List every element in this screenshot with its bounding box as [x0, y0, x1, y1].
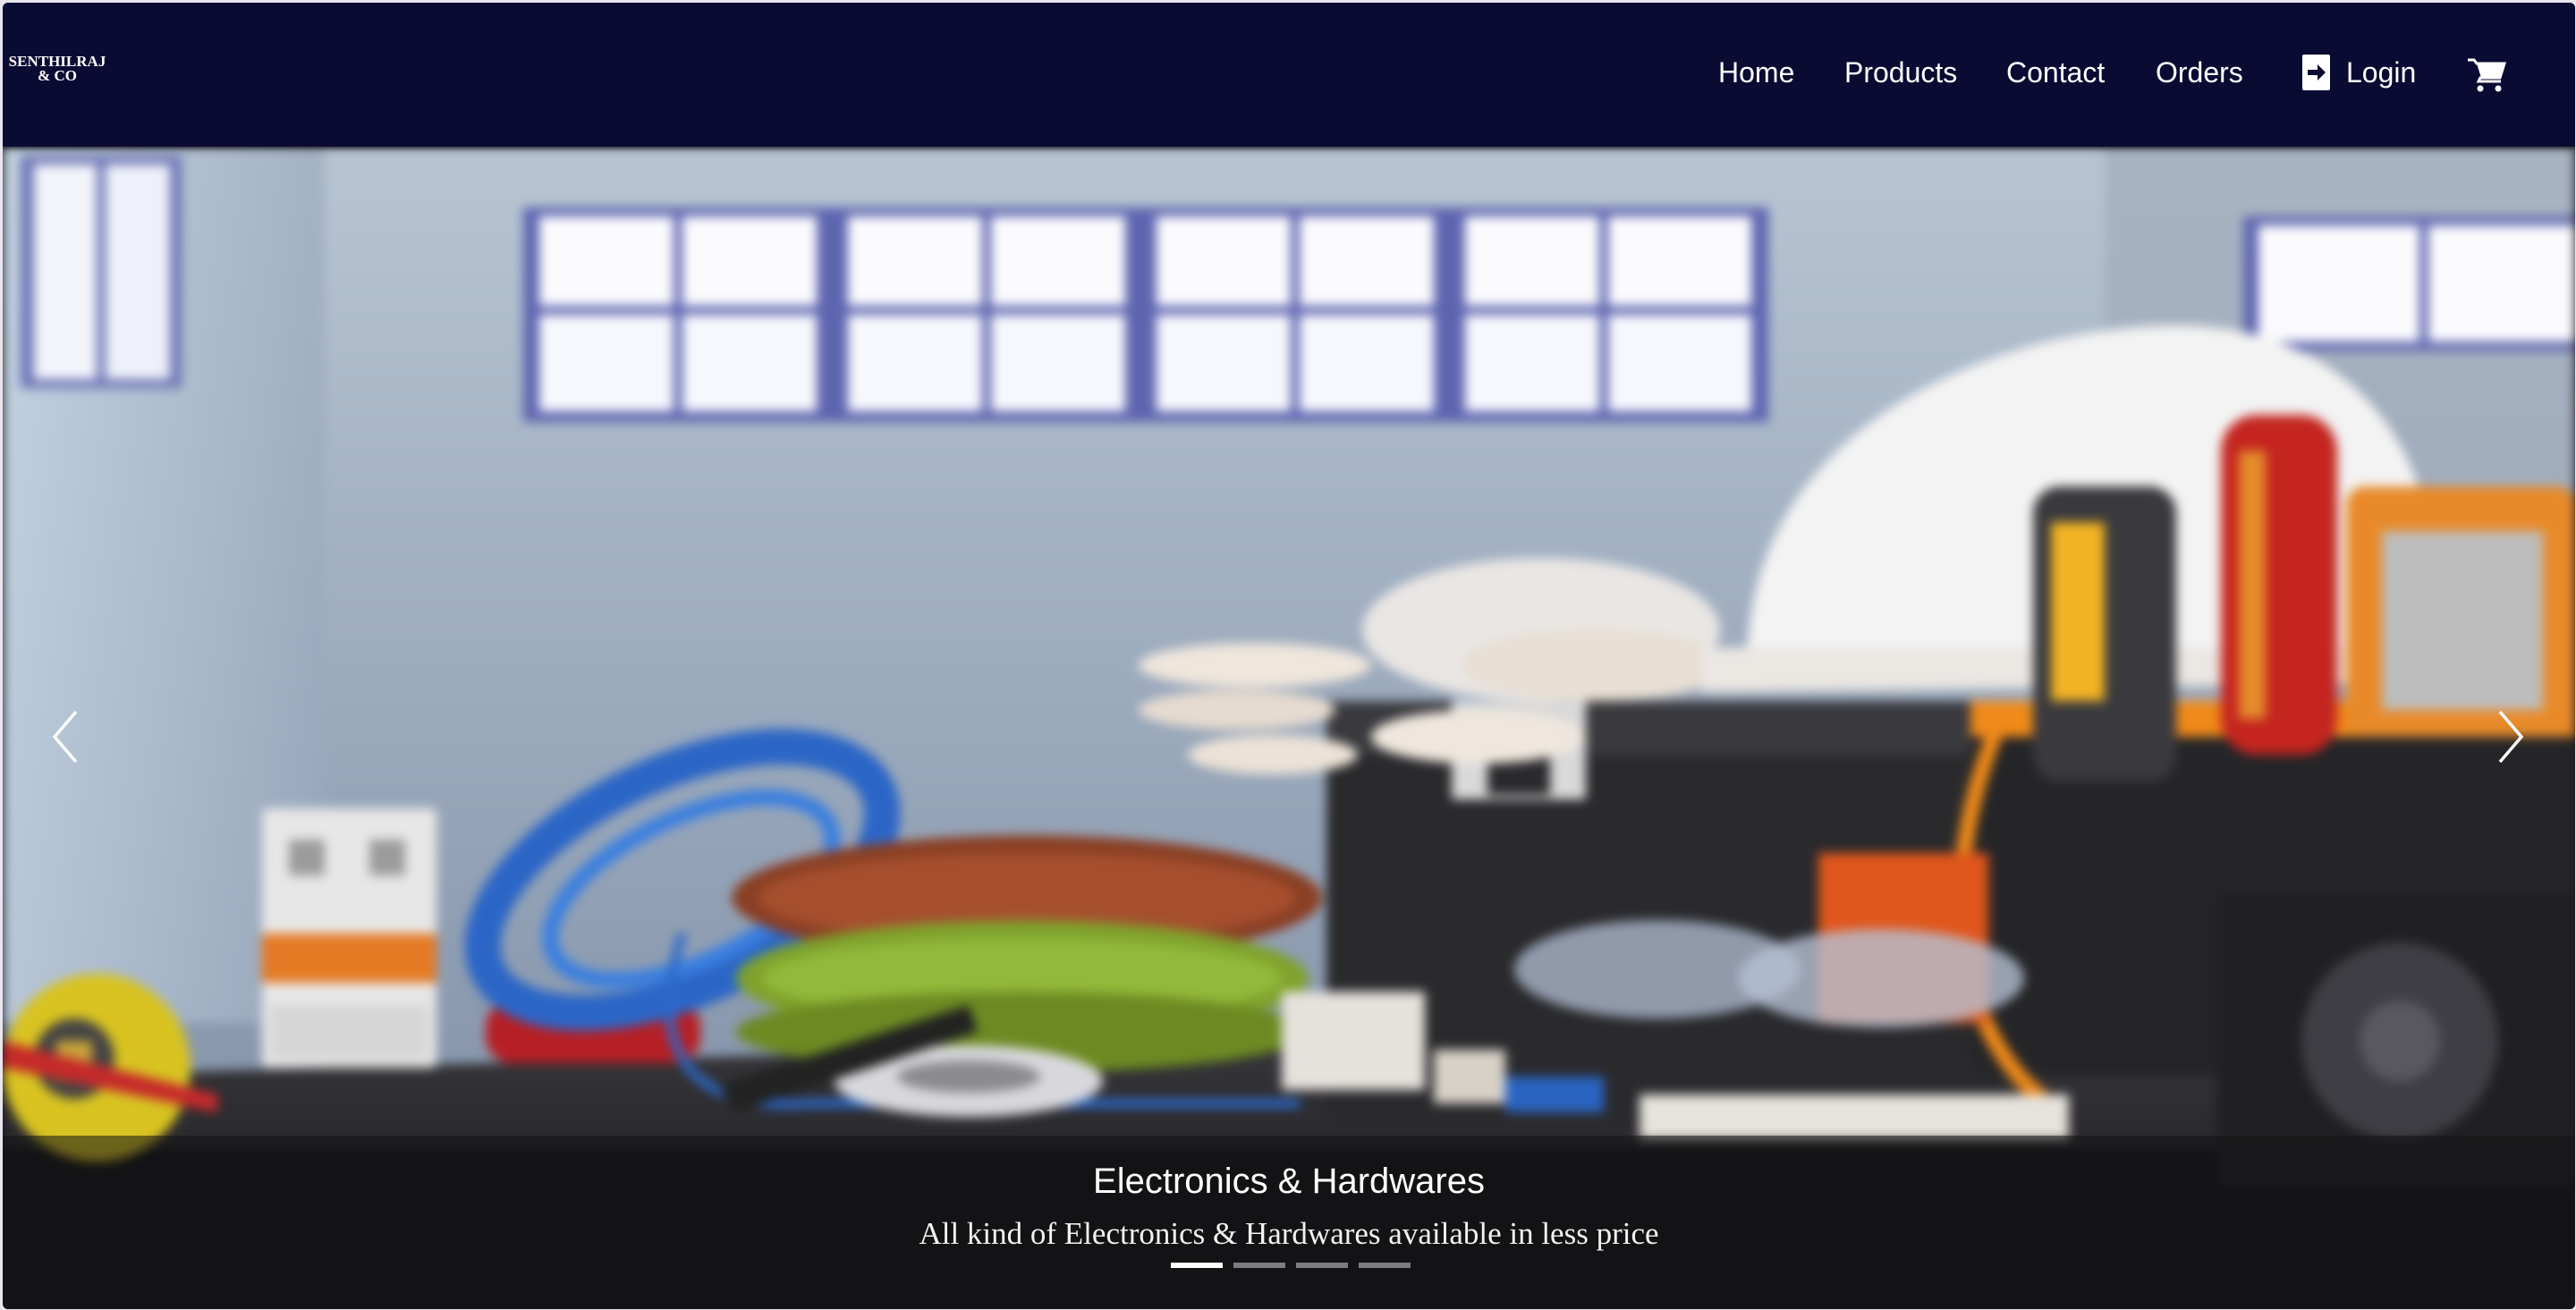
carousel-indicators — [1165, 1263, 1416, 1268]
carousel-caption-text: All kind of Electronics & Hardwares avai… — [919, 1216, 1659, 1251]
nav-link-contact[interactable]: Contact — [2006, 55, 2105, 90]
hero-carousel: Electronics & Hardwares All kind of Elec… — [3, 147, 2575, 1309]
shopping-cart-icon[interactable] — [2467, 55, 2506, 94]
sign-in-icon — [2302, 55, 2330, 90]
navbar: SENTHILRAJ & CO Home Products Contact Or… — [3, 3, 2575, 147]
chevron-right-icon[interactable] — [2482, 701, 2536, 773]
brand-logo[interactable]: SENTHILRAJ & CO — [8, 54, 106, 84]
hero-slide-image — [3, 147, 2575, 1309]
nav-link-orders[interactable]: Orders — [2156, 55, 2243, 90]
login-label: Login — [2346, 56, 2417, 89]
nav-link-home[interactable]: Home — [1718, 55, 1794, 90]
page-frame: SENTHILRAJ & CO Home Products Contact Or… — [3, 3, 2575, 1309]
brand-line-2: & CO — [38, 67, 77, 84]
nav-link-login[interactable]: Login — [2302, 55, 2416, 90]
chevron-left-icon[interactable] — [40, 701, 94, 773]
carousel-indicator-4[interactable] — [1359, 1263, 1411, 1268]
carousel-indicator-2[interactable] — [1233, 1263, 1285, 1268]
nav-link-products[interactable]: Products — [1844, 55, 1957, 90]
carousel-caption-title: Electronics & Hardwares — [1093, 1162, 1485, 1201]
carousel-indicator-1[interactable] — [1171, 1263, 1223, 1268]
carousel-indicator-3[interactable] — [1296, 1263, 1348, 1268]
